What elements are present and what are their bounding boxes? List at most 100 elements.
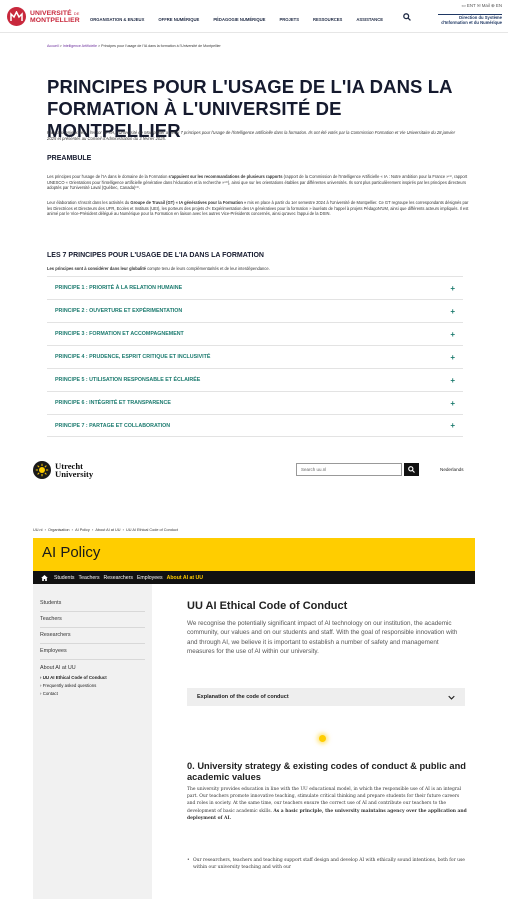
breadcrumb-parent[interactable]: Intelligence Artificielle xyxy=(63,44,97,48)
explanation-toggle[interactable]: Explanation of the code of conduct xyxy=(187,688,465,706)
breadcrumb-sep: › xyxy=(44,528,46,532)
breadcrumb-item[interactable]: Organisation xyxy=(48,528,70,532)
dsin-line2: d'Information et du Numérique xyxy=(441,20,502,25)
nav-item-organisation[interactable]: ORGANISATION & ENJEUX xyxy=(90,17,144,22)
breadcrumb-item[interactable]: UU.nl xyxy=(33,528,43,532)
montpellier-header: UNIVERSITÉ DE MONTPELLIER ORGANISATION &… xyxy=(0,0,508,33)
section-banner: AI Policy xyxy=(33,538,475,571)
search-input[interactable]: Search uu.nl xyxy=(296,463,402,476)
accordion-item-principle-6[interactable]: PRINCIPE 6 : INTÉGRITÉ ET TRANSPARENCE + xyxy=(47,391,463,414)
nav-item-pedagogie[interactable]: PÉDAGOGIE NUMÉRIQUE xyxy=(213,17,265,22)
nav-item-projets[interactable]: PROJETS xyxy=(279,17,299,22)
logo-line2: MONTPELLIER xyxy=(30,16,80,24)
sidebar-subitem-label: UU AI Ethical Code of Conduct xyxy=(42,675,107,680)
accordion-item-principle-3[interactable]: PRINCIPE 3 : FORMATION ET ACCOMPAGNEMENT… xyxy=(47,322,463,345)
sidebar-subitem-contact[interactable]: › Contact xyxy=(40,691,58,696)
chevron-down-icon xyxy=(448,695,455,700)
preamble-paragraph-2: Leur élaboration s'inscrit dans les acti… xyxy=(47,200,469,217)
sidebar-item-researchers[interactable]: Researchers xyxy=(40,632,71,638)
plus-icon[interactable]: + xyxy=(450,284,455,293)
divider xyxy=(40,659,145,660)
accordion-label: PRINCIPE 6 : INTÉGRITÉ ET TRANSPARENCE xyxy=(55,400,171,406)
accordion-item-principle-5[interactable]: PRINCIPE 5 : UTILISATION RESPONSABLE ET … xyxy=(47,368,463,391)
plus-icon[interactable]: + xyxy=(450,399,455,408)
text-run: compte tenu de leurs complémentarités et… xyxy=(145,266,270,271)
text-run-bold: Groupe de Travail (GT) « IA génératives … xyxy=(130,200,247,205)
nav-item-employees[interactable]: Employees xyxy=(137,575,163,581)
divider xyxy=(40,627,145,628)
plus-icon[interactable]: + xyxy=(450,421,455,430)
text-run-bold: Les principes sont à considérer dans leu… xyxy=(47,266,146,271)
sidebar-item-teachers[interactable]: Teachers xyxy=(40,616,62,622)
breadcrumb-sep: › xyxy=(71,528,73,532)
preamble-paragraph-1: Les principes pour l'usage de l'IA dans … xyxy=(47,174,469,191)
nav-item-offre[interactable]: OFFRE NUMÉRIQUE xyxy=(158,17,199,22)
sun-logo-icon xyxy=(33,461,51,479)
principles-heading: LES 7 PRINCIPES POUR L'USAGE DE L'IA DAN… xyxy=(47,252,264,259)
nav-item-assistance[interactable]: ASSISTANCE xyxy=(356,17,383,22)
search-button[interactable] xyxy=(404,463,419,476)
sidebar-item-employees[interactable]: Employees xyxy=(40,648,67,654)
utrecht-logo[interactable]: Utrecht University xyxy=(33,461,93,479)
breadcrumb-home[interactable]: Accueil xyxy=(47,44,59,48)
page-heading: UU AI Ethical Code of Conduct xyxy=(187,600,348,612)
utility-links[interactable]: ▭ ENT ✉ Mail ⊕ EN xyxy=(462,3,502,9)
montpellier-page: UNIVERSITÉ DE MONTPELLIER ORGANISATION &… xyxy=(0,0,508,448)
search-icon[interactable] xyxy=(403,13,411,21)
section-title: AI Policy xyxy=(42,544,101,561)
utrecht-page: Utrecht University Search uu.nl Nederlan… xyxy=(0,448,508,899)
dsin-label[interactable]: Direction du Système d'Information et du… xyxy=(441,15,502,25)
nav-item-ressources[interactable]: RESSOURCES xyxy=(313,17,342,22)
sidebar-item-about-ai[interactable]: About AI at UU xyxy=(40,665,76,671)
breadcrumb-current: UU AI Ethical Code of Conduct xyxy=(126,528,178,532)
home-icon[interactable] xyxy=(41,574,48,581)
accordion-label: PRINCIPE 7 : PARTAGE ET COLLABORATION xyxy=(55,422,171,429)
montpellier-logo[interactable]: UNIVERSITÉ DE MONTPELLIER xyxy=(7,7,80,26)
accordion-label: PRINCIPE 1 : PRIORITÉ À LA RELATION HUMA… xyxy=(55,285,183,291)
accordion-item-principle-2[interactable]: PRINCIPE 2 : OUVERTURE ET EXPÉRIMENTATIO… xyxy=(47,299,463,322)
breadcrumb-sep: › xyxy=(122,528,124,532)
intro-text: Face aux enjeux liés à l'essor de l'IA, … xyxy=(47,130,455,141)
accordion-item-principle-1[interactable]: PRINCIPE 1 : PRIORITÉ À LA RELATION HUMA… xyxy=(47,276,463,299)
preamble-heading: PREAMBULE xyxy=(47,155,92,162)
principles-accordion: PRINCIPE 1 : PRIORITÉ À LA RELATION HUMA… xyxy=(47,276,463,437)
accordion-item-principle-7[interactable]: PRINCIPE 7 : PARTAGE ET COLLABORATION + xyxy=(47,414,463,437)
text-run: Leur élaboration s'inscrit dans les acti… xyxy=(47,200,131,205)
body-paragraph: The university provides education in lin… xyxy=(187,786,468,822)
sidebar: Students Teachers Researchers Employees … xyxy=(33,584,152,899)
logo-line2: University xyxy=(55,469,94,479)
language-switch[interactable]: Nederlands xyxy=(440,467,464,472)
sidebar-subitem-faq[interactable]: › Frequently asked questions xyxy=(40,683,96,688)
accordion-label: PRINCIPE 5 : UTILISATION RESPONSABLE ET … xyxy=(55,377,201,383)
breadcrumb-current: Principes pour l'usage de l'IA dans la f… xyxy=(101,44,221,48)
plus-icon[interactable]: + xyxy=(450,330,455,339)
logo-suffix: DE xyxy=(73,10,80,16)
accordion-item-principle-4[interactable]: PRINCIPE 4 : PRUDENCE, ESPRIT CRITIQUE E… xyxy=(47,345,463,368)
bullet-item: Our researchers, teachers and teaching s… xyxy=(187,857,468,871)
section-nav: Students Teachers Researchers Employees … xyxy=(33,571,475,584)
sidebar-subitem-label: Contact xyxy=(42,691,58,696)
plus-icon[interactable]: + xyxy=(450,376,455,385)
plus-icon[interactable]: + xyxy=(450,307,455,316)
sidebar-subitem-label: Frequently asked questions xyxy=(42,683,97,688)
divider xyxy=(40,611,145,612)
lead-paragraph: We recognise the potentially significant… xyxy=(187,620,458,656)
accordion-label: PRINCIPE 3 : FORMATION ET ACCOMPAGNEMENT xyxy=(55,331,184,337)
breadcrumb-item[interactable]: About AI at UU xyxy=(95,528,120,532)
montpellier-nav: ORGANISATION & ENJEUX OFFRE NUMÉRIQUE PÉ… xyxy=(90,17,397,22)
breadcrumb: Accueil > Intelligence Artificielle > Pr… xyxy=(47,44,221,48)
sun-dot-icon xyxy=(319,735,326,742)
principles-note: Les principes sont à considérer dans leu… xyxy=(47,266,469,272)
plus-icon[interactable]: + xyxy=(450,353,455,362)
explanation-label: Explanation of the code of conduct xyxy=(197,694,289,700)
sidebar-item-students[interactable]: Students xyxy=(40,600,61,606)
logo-line1: UNIVERSITÉ xyxy=(30,9,72,17)
accordion-label: PRINCIPE 4 : PRUDENCE, ESPRIT CRITIQUE E… xyxy=(55,354,211,360)
breadcrumb-item[interactable]: AI Policy xyxy=(75,528,90,532)
search-icon xyxy=(408,466,415,473)
nav-item-about-ai[interactable]: About AI at UU xyxy=(167,575,203,581)
nav-item-students[interactable]: Students xyxy=(54,575,74,581)
sidebar-subitem-code-of-conduct[interactable]: › UU AI Ethical Code of Conduct xyxy=(40,675,107,680)
nav-item-teachers[interactable]: Teachers xyxy=(78,575,99,581)
nav-item-researchers[interactable]: Researchers xyxy=(104,575,133,581)
